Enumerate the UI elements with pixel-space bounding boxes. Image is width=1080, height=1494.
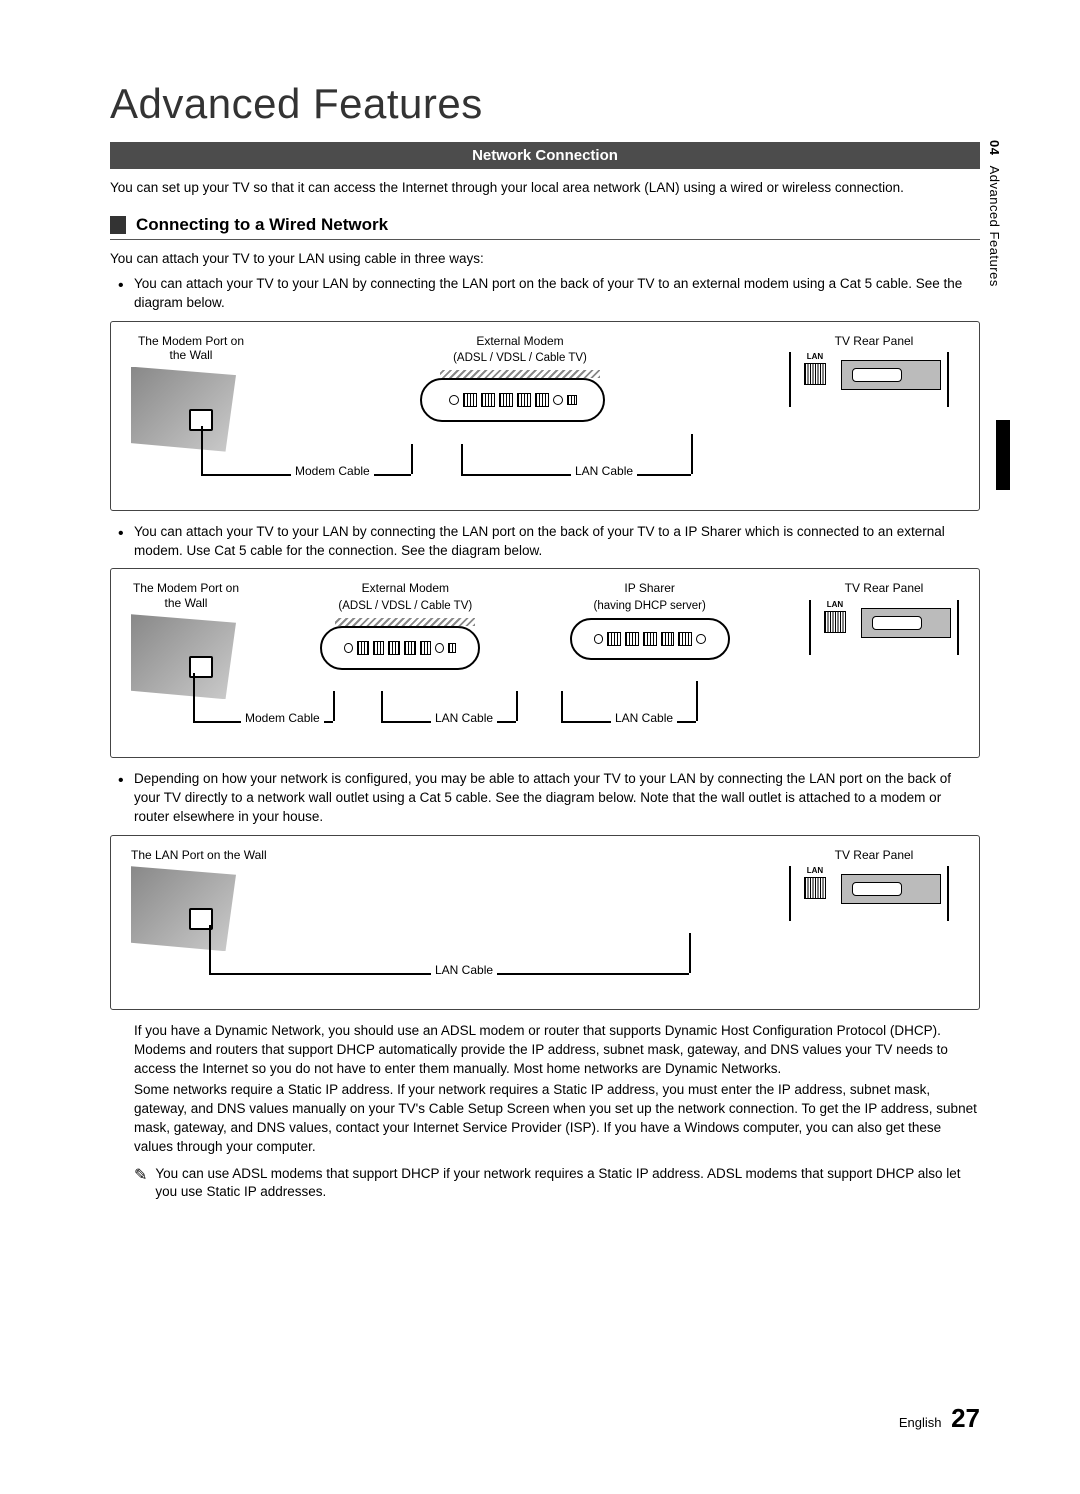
side-tab: 04 Advanced Features (987, 140, 1002, 287)
bullet-list: You can attach your TV to your LAN by co… (110, 275, 980, 313)
diagram-label: The Modem Port on the Wall (131, 581, 241, 610)
note-row: ✎ You can use ADSL modems that support D… (110, 1165, 980, 1203)
wall-port-icon (131, 367, 236, 452)
tv-rear-panel-icon: LAN (809, 600, 959, 655)
note-icon: ✎ (134, 1165, 147, 1203)
lan-port-label: LAN (799, 352, 831, 361)
lan-port-label: LAN (819, 600, 851, 609)
list-item: You can attach your TV to your LAN by co… (134, 523, 980, 561)
cable-label: Modem Cable (241, 711, 324, 725)
cable-line: LAN Cable (131, 955, 959, 989)
side-tab-number: 04 (987, 140, 1002, 155)
footer-page-number: 27 (951, 1403, 980, 1433)
diagram-label: TV Rear Panel (809, 581, 959, 595)
section-heading-bar: Network Connection (110, 142, 980, 169)
side-tab-label: Advanced Features (987, 166, 1002, 287)
cable-label: LAN Cable (571, 464, 637, 478)
diagram-label: (having DHCP server) (570, 600, 730, 614)
diagram-ip-sharer: The Modem Port on the Wall External Mode… (110, 568, 980, 758)
subheading: Connecting to a Wired Network (136, 215, 388, 235)
footer-language: English (899, 1415, 942, 1430)
diagram-label: The Modem Port on the Wall (131, 334, 251, 363)
bullet-list: You can attach your TV to your LAN by co… (110, 523, 980, 561)
intro-paragraph: You can set up your TV so that it can ac… (110, 179, 980, 197)
diagram-label: External Modem (420, 334, 620, 348)
list-item: Depending on how your network is configu… (134, 770, 980, 827)
lan-port-label: LAN (799, 866, 831, 875)
diagram-label: TV Rear Panel (789, 848, 959, 862)
modem-icon (420, 378, 605, 422)
cable-label: LAN Cable (611, 711, 677, 725)
lead-text: You can attach your TV to your LAN using… (110, 250, 980, 269)
bullet-list: Depending on how your network is configu… (110, 770, 980, 827)
body-paragraph: If you have a Dynamic Network, you shoul… (110, 1022, 980, 1079)
wall-port-icon (131, 866, 236, 951)
diagram-label: (ADSL / VDSL / Cable TV) (320, 600, 490, 614)
tv-rear-panel-icon: LAN (789, 352, 949, 407)
diagram-wall-direct: The LAN Port on the Wall TV Rear Panel L… (110, 835, 980, 1010)
cable-label: Modem Cable (291, 464, 374, 478)
wall-port-icon (131, 614, 236, 699)
list-item: You can attach your TV to your LAN by co… (134, 275, 980, 313)
manual-page: Advanced Features Network Connection You… (0, 0, 1080, 1262)
page-title: Advanced Features (110, 80, 980, 128)
subheading-row: Connecting to a Wired Network (110, 215, 980, 240)
cable-label: LAN Cable (431, 963, 497, 977)
note-text: You can use ADSL modems that support DHC… (155, 1165, 980, 1203)
diagram-modem-direct: The Modem Port on the Wall External Mode… (110, 321, 980, 511)
body-paragraph: Some networks require a Static IP addres… (110, 1081, 980, 1157)
ip-sharer-icon (570, 618, 730, 660)
cable-line: Modem Cable LAN Cable LAN Cable (131, 703, 959, 737)
diagram-label: The LAN Port on the Wall (131, 848, 271, 862)
cable-line: Modem Cable LAN Cable (131, 456, 959, 490)
diagram-label: TV Rear Panel (789, 334, 959, 348)
tv-rear-panel-icon: LAN (789, 866, 949, 921)
cable-label: LAN Cable (431, 711, 497, 725)
subheading-marker-icon (110, 216, 126, 234)
diagram-label: (ADSL / VDSL / Cable TV) (420, 352, 620, 366)
modem-icon (320, 626, 480, 670)
side-thumb-index-icon (996, 420, 1010, 490)
diagram-label: External Modem (320, 581, 490, 595)
diagram-label: IP Sharer (570, 581, 730, 595)
page-footer: English 27 (899, 1403, 980, 1434)
